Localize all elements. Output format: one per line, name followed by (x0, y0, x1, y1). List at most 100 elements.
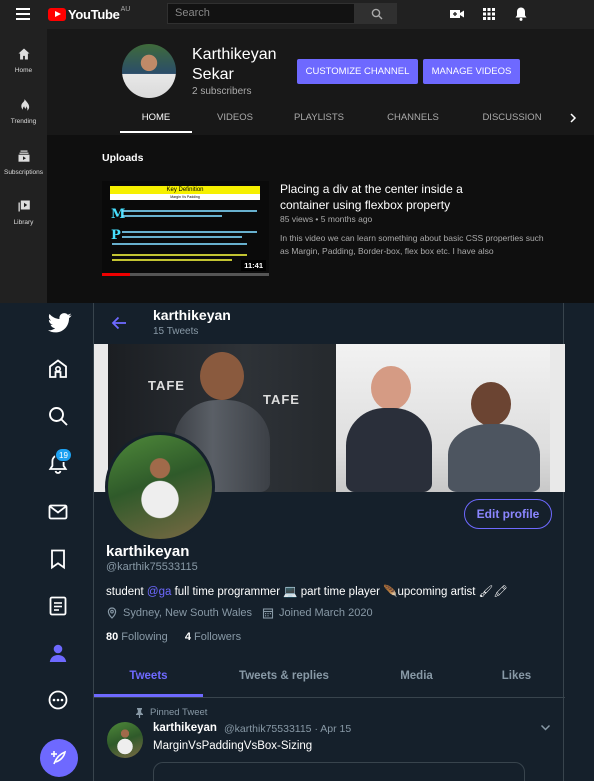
search-input[interactable]: Search (167, 3, 355, 24)
apps-grid-icon[interactable] (481, 6, 497, 22)
profile-meta: Sydney, New South Wales Joined March 202… (106, 607, 373, 619)
sidebar-item-library[interactable]: Library (0, 199, 47, 226)
bookmark-icon[interactable] (47, 548, 69, 570)
tab-media[interactable]: Media (379, 670, 454, 682)
chevron-down-icon[interactable] (540, 724, 551, 732)
manage-videos-button[interactable]: MANAGE VIDEOS (423, 59, 520, 84)
account-avatar[interactable] (549, 3, 572, 26)
tab-discussion[interactable]: DISCUSSION (472, 112, 552, 123)
twitter-bird-icon[interactable] (48, 312, 72, 334)
followers-link[interactable]: 4 Followers (185, 631, 241, 643)
tab-tweets-replies[interactable]: Tweets & replies (219, 670, 349, 682)
thumbnail-text-line (122, 236, 242, 238)
tweet-handle-time: @karthik75533115 · Apr 15 (224, 723, 352, 735)
following-link[interactable]: 80 Following (106, 631, 168, 643)
profile-tabs: Tweets Tweets & replies Media Likes (94, 656, 565, 698)
twitter-nav: 19 (0, 303, 93, 781)
pinned-label-text: Pinned Tweet (150, 707, 208, 718)
chevron-right-icon[interactable] (569, 113, 577, 123)
banner-text: TAFE (148, 378, 185, 393)
channel-name: Karthikeyan Sekar (192, 46, 277, 83)
edit-profile-button[interactable]: Edit profile (464, 499, 552, 529)
tab-home[interactable]: HOME (120, 112, 192, 123)
home-icon (18, 48, 29, 60)
location-pin-icon (107, 607, 117, 619)
bell-icon[interactable] (513, 6, 529, 22)
active-tab-underline (120, 131, 192, 133)
thumbnail-letter-p: P (111, 228, 121, 243)
search-icon[interactable] (47, 405, 69, 427)
feather-plus-icon (51, 750, 67, 765)
watch-progress-bar (102, 273, 130, 276)
twitter-window: 19 karthikeyan 15 Tweets TAFE TAFE Edit … (0, 303, 594, 781)
pin-icon (136, 708, 143, 718)
profile-column: karthikeyan 15 Tweets TAFE TAFE Edit pro… (93, 303, 565, 781)
youtube-window: YouTube AU Search Home Trending Subscrip… (0, 0, 594, 303)
following-count: 80 (106, 631, 119, 643)
profile-person-icon[interactable] (47, 642, 69, 664)
tab-playlists[interactable]: PLAYLISTS (283, 112, 355, 123)
banner-person-body (448, 424, 540, 492)
compose-tweet-button[interactable] (40, 739, 78, 777)
profile-joined-date: Joined March 2020 (279, 607, 373, 619)
sidebar-item-label: Subscriptions (3, 169, 44, 176)
thumbnail-text-line (122, 215, 222, 217)
tweet-author-name[interactable]: karthikeyan (153, 722, 217, 734)
more-options-icon[interactable] (47, 689, 69, 711)
messages-envelope-icon[interactable] (47, 501, 69, 523)
customize-channel-button[interactable]: CUSTOMIZE CHANNEL (297, 59, 418, 84)
header-profile-name: karthikeyan (153, 307, 231, 323)
tweet-avatar[interactable] (107, 722, 143, 758)
tab-tweets[interactable]: Tweets (94, 670, 203, 682)
youtube-topbar: YouTube AU Search (0, 0, 594, 29)
tab-likes[interactable]: Likes (479, 670, 554, 682)
back-arrow-icon[interactable] (111, 316, 127, 330)
follow-stats: 80 Following 4 Followers (106, 631, 241, 643)
uploads-title[interactable]: Uploads (102, 152, 143, 164)
watch-progress-track (130, 273, 269, 276)
video-thumbnail[interactable]: Key Definition Margin Vs Padding M P 11:… (102, 181, 269, 276)
search-icon (371, 8, 383, 20)
profile-location: Sydney, New South Wales (123, 607, 253, 619)
thumbnail-text-line (112, 259, 232, 261)
subscriber-count: 2 subscribers (192, 86, 252, 97)
create-video-icon[interactable] (449, 6, 465, 22)
profile-avatar[interactable] (105, 432, 215, 542)
logo-text: YouTube (68, 7, 120, 22)
uploads-section: Uploads Key Definition Margin Vs Padding… (47, 135, 594, 303)
thumbnail-text-line (112, 254, 247, 256)
video-meta: 85 views • 5 months ago (280, 214, 373, 224)
library-icon (18, 200, 30, 212)
logo-country: AU (120, 6, 131, 13)
banner-photo-right (336, 344, 550, 492)
active-tab-underline (94, 694, 203, 697)
hamburger-menu-icon[interactable] (16, 8, 30, 20)
tab-channels[interactable]: CHANNELS (377, 112, 449, 123)
sidebar-item-trending[interactable]: Trending (0, 98, 47, 125)
tweet-media-card[interactable] (153, 762, 525, 781)
banner-text: TAFE (263, 392, 300, 407)
subscriptions-icon (18, 150, 29, 162)
youtube-logo[interactable]: YouTube AU (48, 6, 130, 23)
thumbnail-text-line (122, 231, 257, 233)
sidebar-item-label: Library (13, 219, 34, 226)
search-button[interactable] (355, 3, 397, 24)
home-icon[interactable] (47, 358, 69, 380)
video-title[interactable]: Placing a div at the center inside a con… (280, 181, 495, 213)
thumbnail-text-line (112, 243, 247, 245)
sidebar-item-home[interactable]: Home (0, 47, 47, 74)
thumbnail-subheading: Margin Vs Padding (110, 194, 260, 200)
bio-text: full time programmer 💻 part time player … (171, 586, 508, 598)
sidebar-item-label: Trending (10, 118, 37, 125)
sidebar-item-subscriptions[interactable]: Subscriptions (0, 149, 47, 176)
tab-videos[interactable]: VIDEOS (205, 112, 265, 123)
screenshot-root: { "youtube": { "logo_text": "YouTube", "… (0, 0, 594, 781)
banner-person-head (471, 382, 511, 426)
lists-icon[interactable] (47, 595, 69, 617)
tweet-text: MarginVsPaddingVsBox-Sizing (153, 740, 313, 752)
profile-bio: student @ga full time programmer 💻 part … (106, 584, 508, 598)
sidebar-item-label: Home (14, 67, 33, 74)
profile-handle: @karthik75533115 (106, 561, 198, 573)
bio-mention-link[interactable]: @ga (147, 586, 171, 598)
banner-person-body (346, 408, 432, 492)
